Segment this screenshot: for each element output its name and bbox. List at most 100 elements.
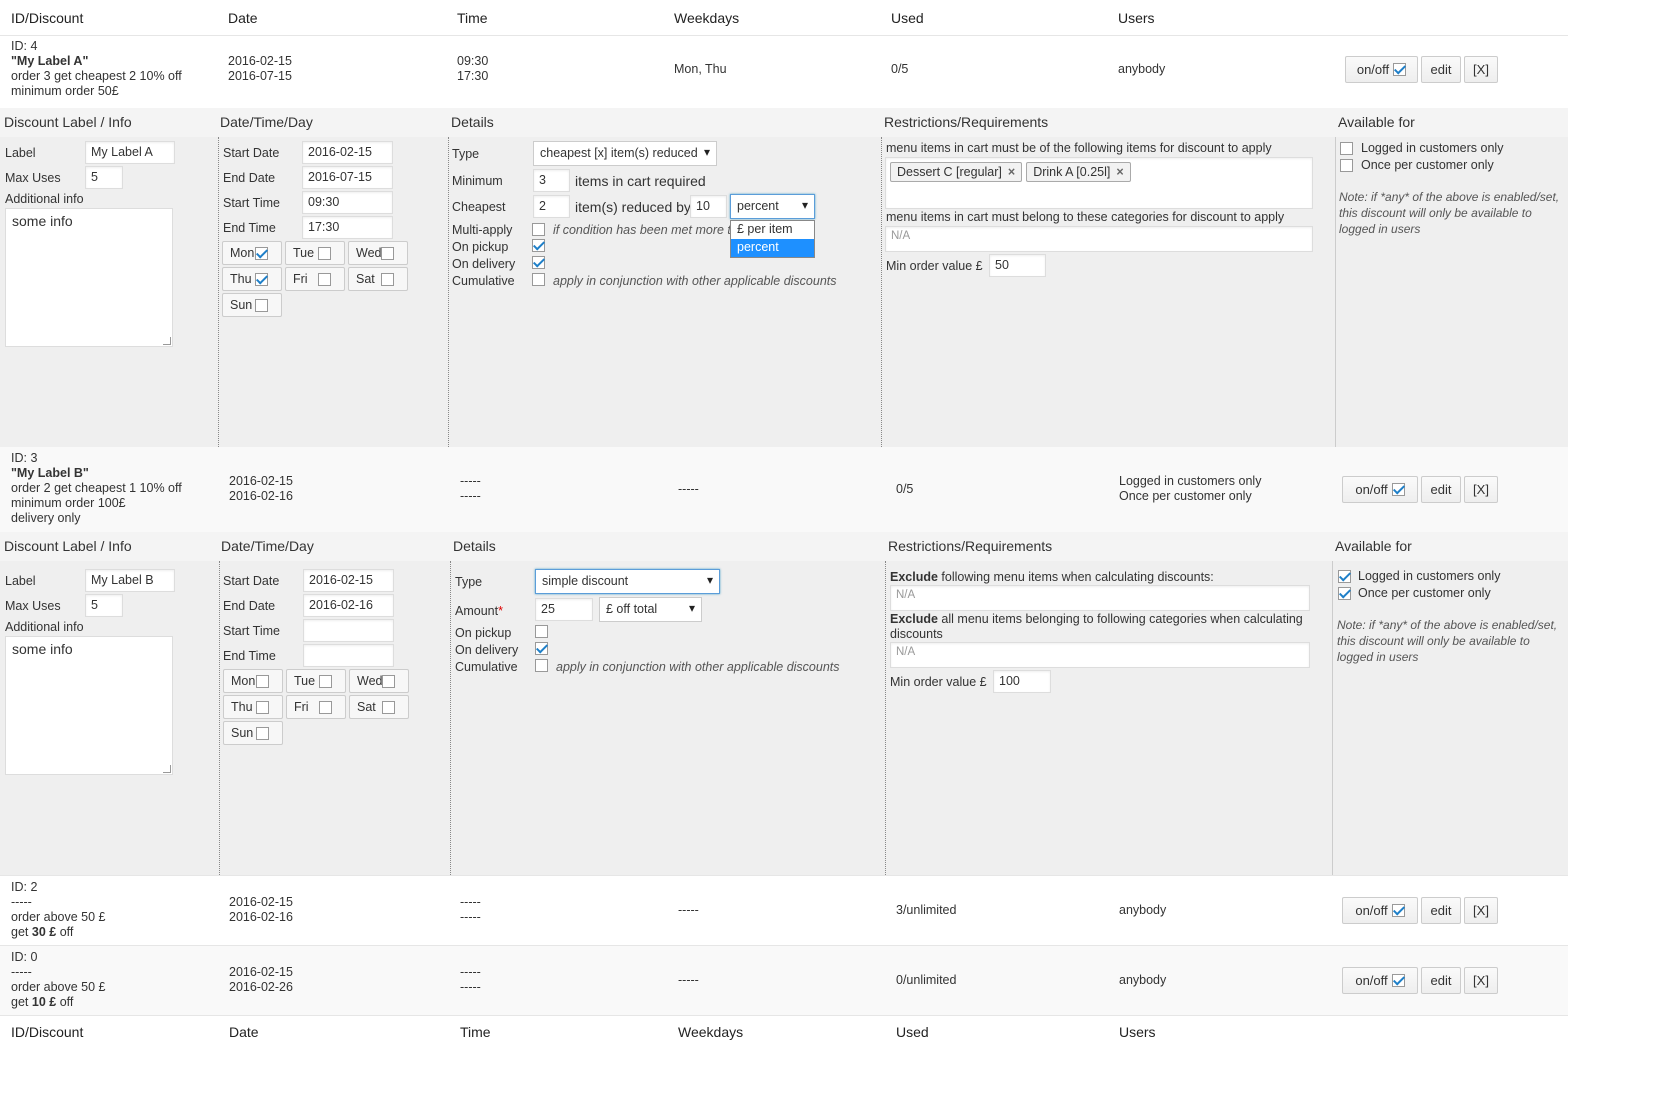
edit-panel: Discount Label / Info Date/Time/Day Deta… (0, 532, 1568, 875)
onoff-button[interactable]: on/off (1342, 897, 1418, 924)
delete-button[interactable]: [X] (1464, 56, 1498, 83)
on-pickup-checkbox[interactable] (532, 239, 545, 252)
day-wed[interactable]: Wed (349, 669, 409, 693)
cheapest-input[interactable]: 2 (533, 195, 570, 218)
row-weekdays: ----- (678, 482, 699, 496)
end-time-label: End Time (223, 221, 276, 235)
onoff-button[interactable]: on/off (1345, 56, 1418, 83)
label-input[interactable]: My Label A (85, 141, 175, 164)
once-per-label: Once per customer only (1358, 586, 1491, 600)
row-actions: on/off edit [X] (1342, 476, 1498, 503)
end-date-input[interactable]: 2016-07-15 (302, 166, 393, 189)
divider (450, 561, 451, 875)
minimum-input[interactable]: 3 (533, 169, 570, 192)
type-select[interactable]: cheapest [x] item(s) reduced (533, 141, 717, 166)
row-dates: 2016-02-15 2016-07-15 (228, 54, 292, 83)
day-thu[interactable]: Thu (222, 267, 282, 291)
day-wed[interactable]: Wed (348, 241, 408, 265)
row-times: ----- ----- (460, 965, 481, 994)
must-items-input[interactable]: Dessert C [regular] × Drink A [0.25l] × (885, 157, 1313, 209)
additional-info-textarea[interactable]: some info (5, 636, 173, 775)
edit-panel: Discount Label / Info Date/Time/Day Deta… (0, 108, 1568, 447)
exclude-categories-input[interactable]: N/A (890, 642, 1310, 668)
onoff-button[interactable]: on/off (1342, 476, 1418, 503)
day-mon[interactable]: Mon (222, 241, 282, 265)
day-sun[interactable]: Sun (223, 721, 283, 745)
end-date-input[interactable]: 2016-02-16 (303, 594, 394, 617)
edit-button[interactable]: edit (1421, 476, 1461, 503)
delete-button[interactable]: [X] (1464, 476, 1498, 503)
min-order-input[interactable]: 100 (993, 670, 1051, 693)
items-reduced-text: item(s) reduced by (575, 199, 691, 215)
label-input[interactable]: My Label B (85, 569, 175, 592)
cumulative-label: Cumulative (455, 660, 518, 674)
reduction-unit-select[interactable]: percent (730, 194, 815, 219)
day-thu[interactable]: Thu (223, 695, 283, 719)
option-per-item[interactable]: £ per item (731, 221, 814, 239)
day-fri[interactable]: Fri (285, 267, 345, 291)
on-delivery-label: On delivery (452, 257, 516, 271)
end-time-input[interactable]: 17:30 (302, 216, 393, 239)
onoff-button[interactable]: on/off (1342, 967, 1418, 994)
active-checkbox[interactable] (1391, 974, 1405, 987)
logged-in-checkbox[interactable] (1340, 142, 1353, 155)
max-uses-input[interactable]: 5 (85, 594, 123, 617)
remove-tag-icon[interactable]: × (1116, 165, 1123, 179)
day-mon[interactable]: Mon (223, 669, 283, 693)
day-sat[interactable]: Sat (349, 695, 409, 719)
on-pickup-label: On pickup (452, 240, 509, 254)
resize-grip-icon[interactable] (163, 337, 171, 345)
cheapest-label: Cheapest (452, 200, 506, 214)
start-date-input[interactable]: 2016-02-15 (302, 141, 393, 164)
delete-button[interactable]: [X] (1464, 897, 1498, 924)
active-checkbox[interactable] (1391, 904, 1405, 917)
additional-info-textarea[interactable]: some info (5, 208, 173, 347)
type-select[interactable]: simple discount (535, 569, 720, 594)
availability-note: Note: if *any* of the above is enabled/s… (1337, 618, 1558, 664)
start-date-input[interactable]: 2016-02-15 (303, 569, 394, 592)
end-time-input[interactable] (303, 644, 394, 667)
table-footer: ID/Discount Date Time Weekdays Used User… (0, 1015, 1568, 1046)
row-times: ----- ----- (460, 895, 481, 924)
edit-button[interactable]: edit (1421, 56, 1461, 83)
day-sat[interactable]: Sat (348, 267, 408, 291)
cumulative-checkbox[interactable] (535, 659, 548, 672)
day-tue[interactable]: Tue (286, 669, 346, 693)
end-date-label: End Date (223, 599, 276, 613)
resize-grip-icon[interactable] (163, 765, 171, 773)
day-sun[interactable]: Sun (222, 293, 282, 317)
day-fri[interactable]: Fri (286, 695, 346, 719)
on-delivery-checkbox[interactable] (532, 256, 545, 269)
exclude-items-input[interactable]: N/A (890, 585, 1310, 611)
row-dates: 2016-02-15 2016-02-26 (229, 965, 293, 994)
must-categories-input[interactable]: N/A (885, 226, 1313, 252)
remove-tag-icon[interactable]: × (1008, 165, 1015, 179)
end-time-label: End Time (223, 649, 276, 663)
once-per-checkbox[interactable] (1338, 587, 1351, 600)
option-percent[interactable]: percent (731, 239, 814, 257)
max-uses-input[interactable]: 5 (85, 166, 123, 189)
day-tue[interactable]: Tue (285, 241, 345, 265)
cumulative-checkbox[interactable] (532, 273, 545, 286)
amount-type-select[interactable]: £ off total (599, 597, 702, 622)
on-pickup-checkbox[interactable] (535, 625, 548, 638)
amount-input[interactable]: 25 (535, 598, 593, 621)
edit-button[interactable]: edit (1421, 897, 1461, 924)
min-order-input[interactable]: 50 (989, 254, 1046, 277)
start-date-label: Start Date (223, 574, 280, 588)
divider (448, 137, 449, 447)
logged-in-checkbox[interactable] (1338, 570, 1351, 583)
start-time-input[interactable] (303, 619, 394, 642)
multi-apply-checkbox[interactable] (532, 223, 545, 236)
on-delivery-checkbox[interactable] (535, 642, 548, 655)
active-checkbox[interactable] (1393, 63, 1407, 76)
cumulative-hint: apply in conjunction with other applicab… (556, 660, 840, 674)
once-per-checkbox[interactable] (1340, 159, 1353, 172)
items-in-cart-text: items in cart required (575, 173, 706, 189)
active-checkbox[interactable] (1391, 483, 1405, 496)
edit-button[interactable]: edit (1421, 967, 1461, 994)
delete-button[interactable]: [X] (1464, 967, 1498, 994)
start-date-label: Start Date (223, 146, 280, 160)
start-time-input[interactable]: 09:30 (302, 191, 393, 214)
reduced-by-input[interactable]: 10 (690, 195, 727, 218)
